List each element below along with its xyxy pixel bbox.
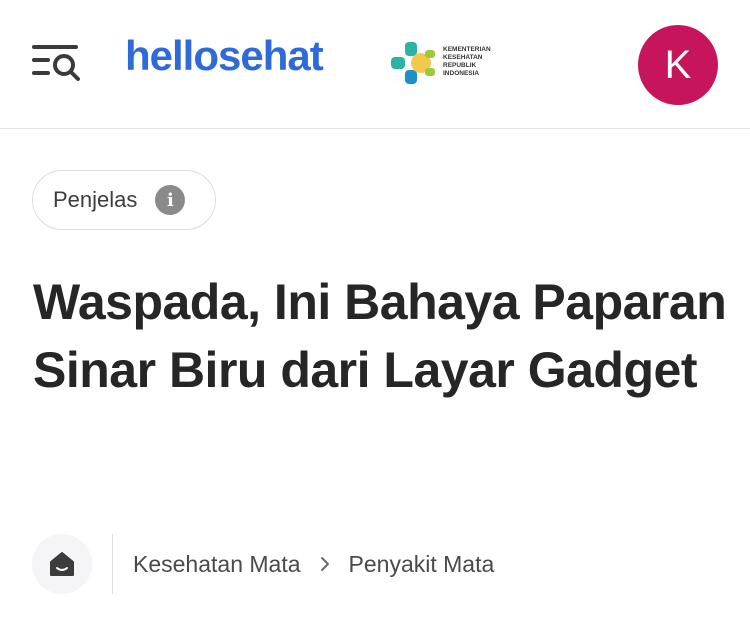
kemenkes-line: INDONESIA (443, 70, 480, 77)
chevron-right-icon (319, 556, 331, 572)
menu-search-button[interactable] (30, 40, 82, 84)
hellosehat-logo[interactable]: hellosehat (125, 30, 360, 92)
breadcrumb-divider (112, 534, 113, 594)
avatar-initial: K (664, 42, 692, 87)
info-icon[interactable]: i (155, 185, 186, 215)
category-chip-label: Penjelas (53, 187, 138, 212)
breadcrumb-home-button[interactable] (32, 534, 92, 594)
user-avatar[interactable]: K (638, 25, 718, 105)
category-chip[interactable]: Penjelas i (32, 170, 216, 230)
kemenkes-line: KESEHATAN (443, 54, 483, 61)
logo-text: hellosehat (125, 32, 324, 79)
menu-search-icon (32, 45, 80, 81)
kemenkes-line: KEMENTERIAN (443, 46, 491, 53)
kemenkes-logo: KEMENTERIAN KESEHATAN REPUBLIK INDONESIA (391, 40, 501, 90)
breadcrumb-item-penyakit-mata[interactable]: Penyakit Mata (349, 551, 495, 578)
kemenkes-line: REPUBLIK (443, 62, 477, 69)
home-icon (50, 552, 74, 576)
breadcrumb-item-kesehatan-mata[interactable]: Kesehatan Mata (133, 551, 301, 578)
site-header: hellosehat KEMENTERIAN KESEHATAN REPUBLI… (0, 0, 750, 129)
breadcrumb: Kesehatan Mata Penyakit Mata (32, 533, 494, 595)
article-title: Waspada, Ini Bahaya Paparan Sinar Biru d… (33, 274, 727, 398)
